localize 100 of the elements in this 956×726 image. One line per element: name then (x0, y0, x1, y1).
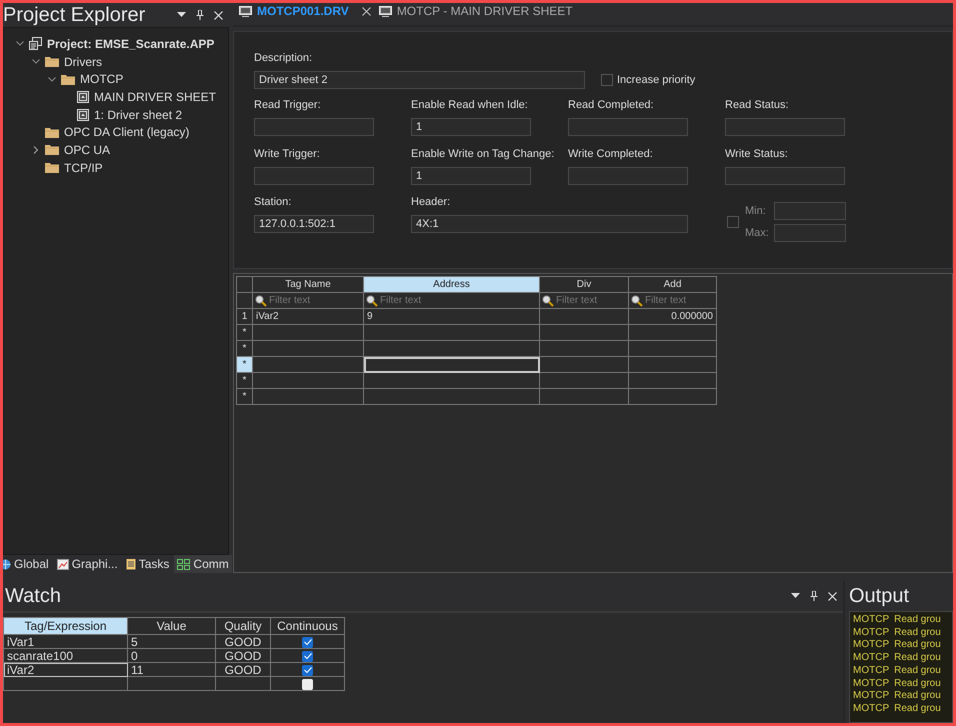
monitor-icon (239, 6, 252, 16)
table-cell[interactable] (252, 356, 364, 372)
tree-item[interactable]: Drivers (64, 54, 102, 69)
table-cell[interactable] (364, 356, 540, 372)
dropdown-icon[interactable] (177, 12, 186, 18)
table-cell[interactable] (628, 388, 716, 404)
field-label: Enable Write on Tag Change: (411, 148, 556, 160)
column-header[interactable]: Value (128, 618, 216, 634)
table-cell[interactable] (540, 356, 628, 372)
pin-icon[interactable] (196, 10, 204, 20)
column-header[interactable]: Div (540, 276, 628, 292)
placeholder-text: Filter text (556, 295, 598, 306)
table-cell[interactable] (252, 324, 364, 340)
table-cell[interactable] (4, 676, 128, 690)
checkbox[interactable] (601, 74, 613, 86)
table-cell[interactable]: 0.000000 (628, 308, 716, 324)
table-cell[interactable] (364, 324, 540, 340)
row-header[interactable]: * (236, 324, 252, 340)
input-field[interactable]: 1 (411, 118, 531, 136)
table-cell: GOOD (216, 634, 270, 648)
tree-item[interactable]: TCP/IP (64, 160, 103, 175)
network-icon (177, 558, 190, 570)
row-header[interactable]: * (236, 388, 252, 404)
chevron-right-icon[interactable] (32, 146, 40, 154)
column-header[interactable]: Continuous (270, 618, 344, 634)
pin-icon[interactable] (810, 591, 818, 601)
dropdown-icon[interactable] (791, 593, 800, 599)
column-header[interactable]: Tag/Expression (4, 618, 128, 634)
table-cell[interactable] (540, 372, 628, 388)
max-field[interactable] (774, 224, 846, 242)
close-icon[interactable] (362, 6, 371, 16)
document-tab[interactable]: MOTCP001.DRV (239, 3, 371, 19)
chevron-down-icon[interactable] (48, 76, 56, 82)
input-field[interactable]: 1 (411, 167, 531, 185)
chevron-down-icon[interactable] (32, 59, 40, 64)
log-source: MOTCP (853, 639, 890, 652)
table-cell[interactable] (252, 372, 364, 388)
table-cell[interactable]: scanrate100 (4, 648, 128, 662)
table-cell[interactable] (628, 356, 716, 372)
table-cell[interactable] (252, 340, 364, 356)
input-field[interactable] (254, 167, 374, 185)
checkbox[interactable] (302, 636, 313, 648)
input-field[interactable] (725, 118, 845, 136)
table-cell[interactable]: 9 (364, 308, 540, 324)
table-cell[interactable] (364, 340, 540, 356)
column-header[interactable]: Quality (216, 618, 270, 634)
close-icon[interactable] (828, 592, 837, 600)
table-cell[interactable] (628, 372, 716, 388)
tree-item[interactable]: MOTCP (80, 72, 124, 86)
column-header[interactable]: Tag Name (252, 276, 364, 292)
table-cell[interactable]: iVar2 (252, 308, 364, 324)
header-field[interactable]: 4X:1 (411, 215, 688, 233)
table-cell[interactable] (364, 388, 540, 404)
table-cell[interactable] (540, 324, 628, 340)
chevron-down-icon[interactable] (16, 41, 24, 46)
log-source: MOTCP (853, 702, 890, 716)
table-cell[interactable]: iVar2 (4, 662, 128, 676)
row-header[interactable]: * (236, 372, 252, 388)
min-field[interactable] (774, 202, 846, 220)
panel-tab[interactable]: Global (3, 555, 52, 573)
folder-icon (45, 126, 59, 138)
table-cell[interactable] (364, 372, 540, 388)
log-source: MOTCP (853, 614, 890, 627)
table-cell: 5 (128, 634, 216, 648)
column-header[interactable]: Add (628, 276, 716, 292)
table-cell[interactable] (540, 388, 628, 404)
input-field[interactable] (568, 118, 688, 136)
row-header[interactable]: * (236, 356, 252, 372)
close-icon[interactable] (214, 10, 223, 20)
checkbox[interactable] (727, 216, 739, 228)
panel-tab[interactable]: Graphi... (54, 555, 121, 573)
panel-tab[interactable]: Comm (174, 555, 232, 573)
checkbox[interactable] (302, 678, 313, 690)
table-cell[interactable] (540, 340, 628, 356)
table-cell[interactable] (540, 308, 628, 324)
log-message: Read grou (894, 652, 941, 665)
tree-item[interactable]: Project: EMSE_Scanrate.APP (47, 36, 214, 51)
input-field[interactable] (254, 118, 374, 136)
tree-item[interactable]: OPC UA (64, 142, 110, 157)
row-header[interactable]: 1 (236, 308, 252, 324)
table-cell[interactable]: iVar1 (4, 634, 128, 648)
input-field[interactable] (725, 167, 845, 185)
checkbox[interactable] (302, 650, 313, 662)
checkbox[interactable] (302, 664, 313, 676)
document-tab[interactable]: MOTCP - MAIN DRIVER SHEET (378, 3, 573, 19)
table-cell[interactable] (252, 388, 364, 404)
description-field[interactable]: Driver sheet 2 (254, 71, 585, 89)
table-cell: GOOD (216, 648, 270, 662)
graphics-icon (56, 558, 69, 570)
input-field[interactable] (568, 167, 688, 185)
column-header[interactable]: Address (364, 276, 540, 292)
tree-item[interactable]: 1: Driver sheet 2 (94, 108, 182, 122)
station-field[interactable]: 127.0.0.1:502:1 (254, 215, 374, 233)
table-cell[interactable] (628, 340, 716, 356)
tree-item[interactable]: OPC DA Client (legacy) (64, 125, 190, 140)
search-icon (255, 294, 267, 306)
panel-tab[interactable]: Tasks (122, 555, 172, 573)
field-label: Read Completed: (568, 99, 655, 111)
table-cell[interactable] (628, 324, 716, 340)
tree-item[interactable]: MAIN DRIVER SHEET (94, 90, 216, 104)
